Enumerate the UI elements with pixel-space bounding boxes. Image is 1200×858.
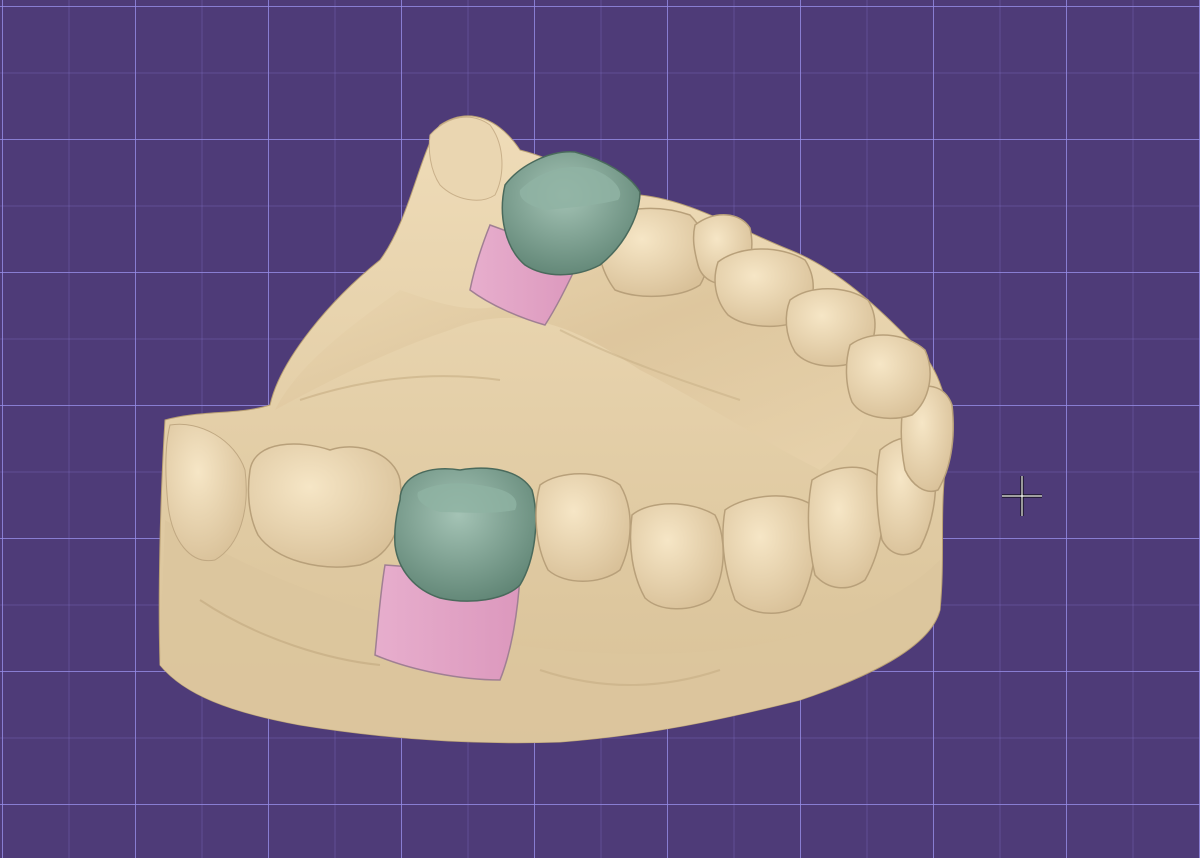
tooth-lower-canine [722,495,817,614]
3d-viewport[interactable] [0,0,1200,858]
crosshair-icon [1002,476,1042,516]
tooth-lower-premolar-2 [629,503,724,610]
tooth-lower-premolar-1 [535,473,631,582]
tooth-upper-canine [845,334,931,420]
tooth-lower-left-molar [247,443,402,568]
dental-model[interactable] [0,0,1200,858]
